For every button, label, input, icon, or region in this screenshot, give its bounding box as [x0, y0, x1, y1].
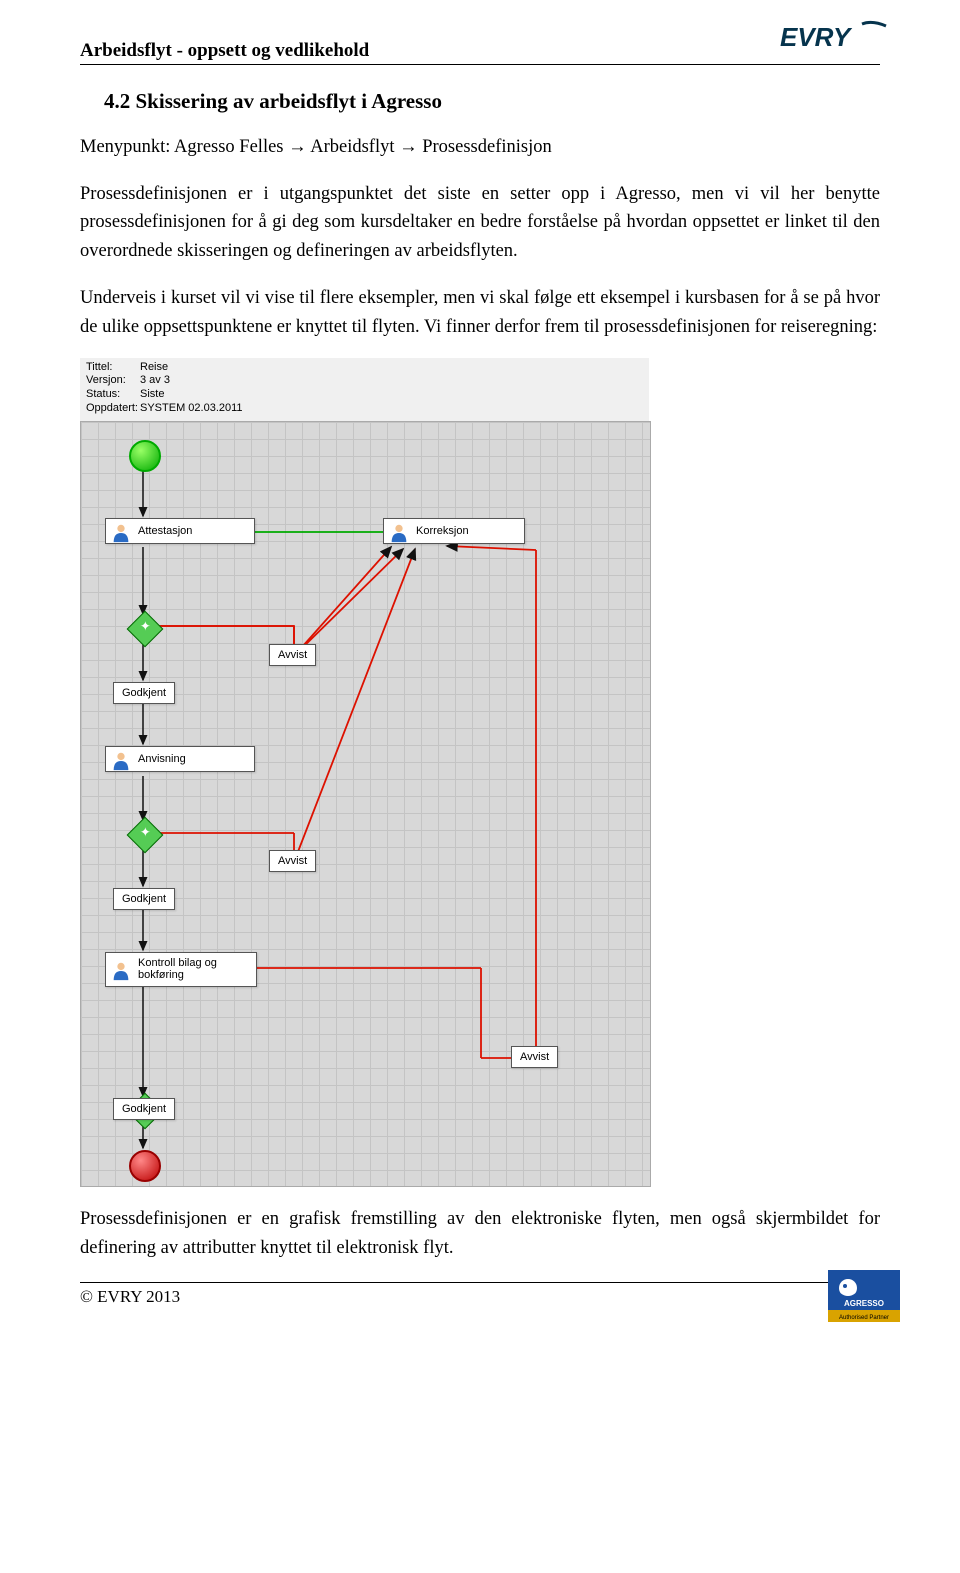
- label-avvist-1: Avvist: [269, 644, 316, 666]
- label-godkjent-2: Godkjent: [113, 888, 175, 910]
- label-avvist-3: Avvist: [511, 1046, 558, 1068]
- start-node: [129, 440, 161, 472]
- label-avvist-2: Avvist: [269, 850, 316, 872]
- gateway-2: [127, 816, 164, 853]
- diagram-canvas: Attestasjon Korreksjon Avvist Godkjent A…: [80, 421, 651, 1187]
- agresso-logo: AGRESSO Authorised Partner: [828, 1270, 900, 1329]
- node-label: Kontroll bilag og bokføring: [138, 957, 217, 982]
- node-attestasjon[interactable]: Attestasjon: [105, 518, 255, 544]
- page-footer: © EVRY 2013 Side 12: [80, 1282, 880, 1307]
- svg-text:AGRESSO: AGRESSO: [844, 1299, 884, 1308]
- evry-logo: EVRY: [780, 18, 900, 65]
- label-godkjent-1: Godkjent: [113, 682, 175, 704]
- header-title: Arbeidsflyt - oppsett og vedlikehold: [80, 40, 369, 62]
- node-label: Anvisning: [138, 753, 186, 765]
- node-korreksjon[interactable]: Korreksjon: [383, 518, 525, 544]
- diagram-meta: Tittel:Reise Versjon:3 av 3 Status:Siste…: [80, 358, 649, 421]
- paragraph-1: Prosessdefinisjonen er i utgangspunktet …: [80, 180, 880, 266]
- menu-path: Menypunkt: Agresso Felles → Arbeidsflyt …: [80, 133, 880, 162]
- page-header: Arbeidsflyt - oppsett og vedlikehold: [80, 40, 880, 65]
- node-label: Korreksjon: [416, 525, 469, 537]
- node-anvisning[interactable]: Anvisning: [105, 746, 255, 772]
- paragraph-2: Underveis i kurset vil vi vise til flere…: [80, 284, 880, 341]
- user-icon: [388, 522, 410, 544]
- svg-text:EVRY: EVRY: [780, 22, 853, 52]
- footer-left: © EVRY 2013: [80, 1287, 180, 1307]
- section-heading: 4.2 Skissering av arbeidsflyt i Agresso: [104, 89, 880, 114]
- user-icon: [110, 750, 132, 772]
- user-icon: [110, 960, 132, 982]
- node-kontroll[interactable]: Kontroll bilag og bokføring: [105, 952, 257, 987]
- svg-text:Authorised Partner: Authorised Partner: [839, 1315, 889, 1321]
- paragraph-3: Prosessdefinisjonen er en grafisk fremst…: [80, 1205, 880, 1262]
- node-label: Attestasjon: [138, 525, 192, 537]
- workflow-diagram: Tittel:Reise Versjon:3 av 3 Status:Siste…: [80, 358, 649, 1187]
- user-icon: [110, 522, 132, 544]
- end-node: [129, 1150, 161, 1182]
- label-godkjent-3: Godkjent: [113, 1098, 175, 1120]
- gateway-1: [127, 610, 164, 647]
